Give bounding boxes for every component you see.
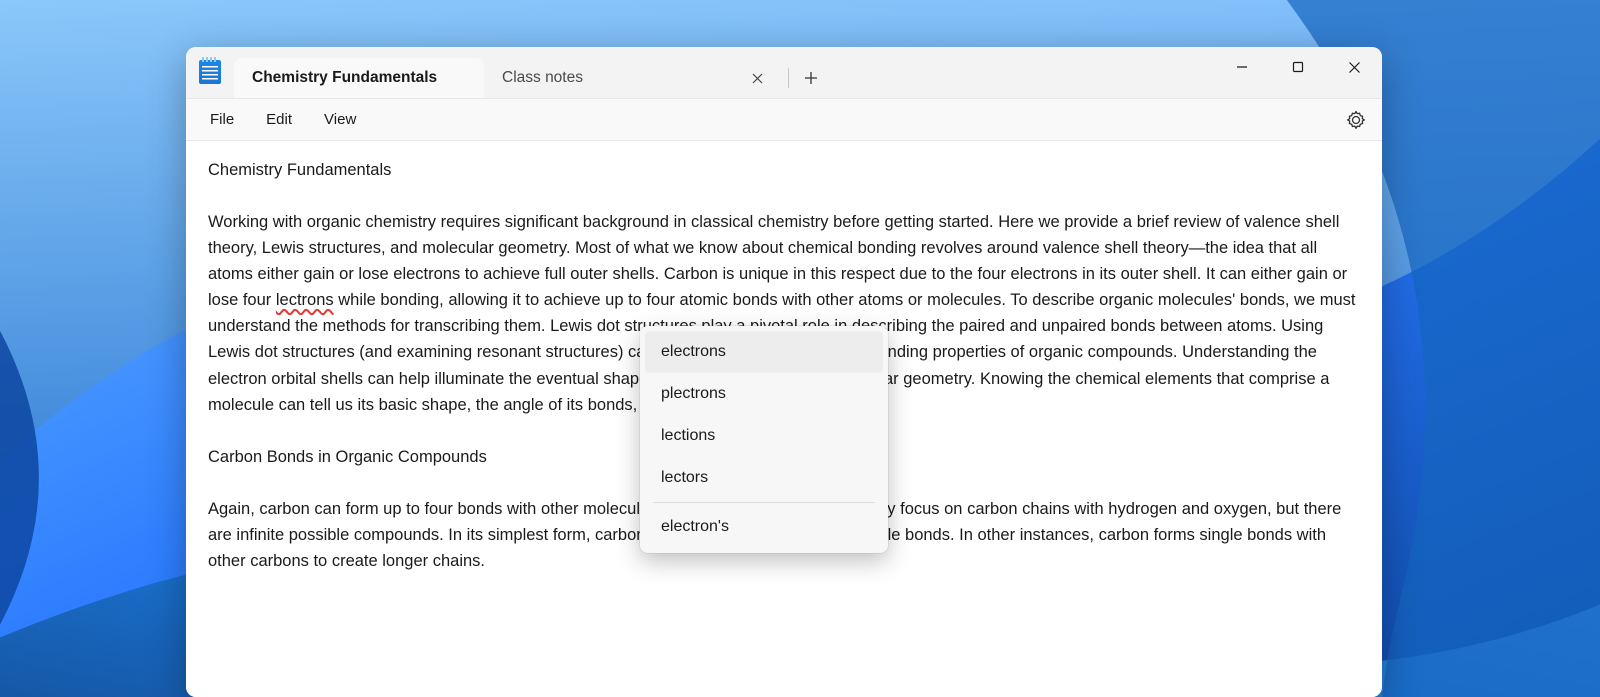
app-icon-container [186,47,234,98]
menu-edit[interactable]: Edit [252,105,306,134]
spell-suggestion-lections[interactable]: lections [645,415,883,457]
tab-title: Chemistry Fundamentals [252,69,437,87]
new-tab-button[interactable] [793,60,829,96]
menu-file[interactable]: File [196,105,248,134]
doc-subheading: Carbon Bonds in Organic Compounds [208,448,487,466]
maximize-button[interactable] [1270,47,1326,87]
menu-view[interactable]: View [310,105,370,134]
tab-class-notes[interactable]: Class notes [484,58,784,98]
doc-heading: Chemistry Fundamentals [208,161,391,179]
notepad-icon [199,60,221,84]
spell-suggestion-plectrons[interactable]: plectrons [645,373,883,415]
menubar: File Edit View [186,99,1382,141]
titlebar: Chemistry Fundamentals Class notes [186,47,1382,99]
tab-title: Class notes [502,69,583,87]
window-controls [1214,47,1382,87]
spell-suggestion-electrons-possessive[interactable]: electron's [645,506,883,548]
tab-divider [788,68,789,88]
close-button[interactable] [1326,47,1382,87]
close-tab-button[interactable] [748,69,766,87]
spell-suggestion-lectors[interactable]: lectors [645,457,883,499]
minimize-button[interactable] [1214,47,1270,87]
menu-separator [653,502,875,503]
tab-chemistry-fundamentals[interactable]: Chemistry Fundamentals [234,58,484,98]
misspelled-word[interactable]: lectrons [276,291,334,309]
spell-suggestion-electrons[interactable]: electrons [645,331,883,373]
tab-strip: Chemistry Fundamentals Class notes [234,47,1214,98]
spellcheck-context-menu: electrons plectrons lections lectors ele… [640,326,888,553]
gear-icon [1346,110,1366,130]
settings-button[interactable] [1340,104,1372,136]
